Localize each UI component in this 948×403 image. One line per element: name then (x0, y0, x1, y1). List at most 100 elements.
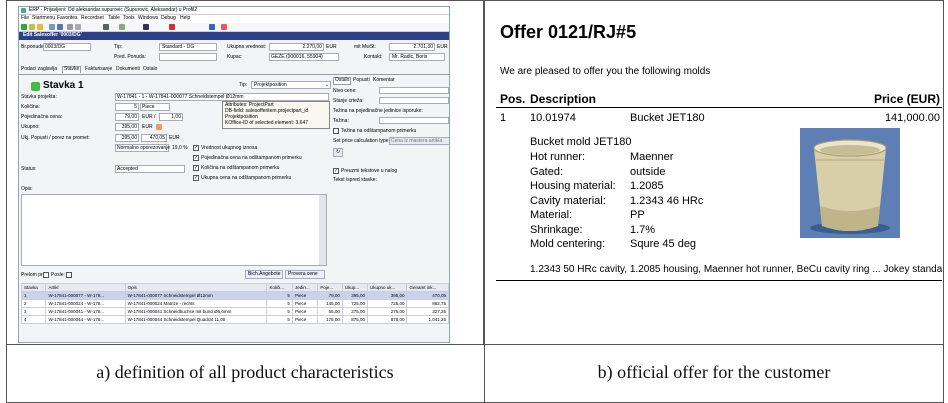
column-header[interactable]: Opis (124, 283, 268, 292)
column-header[interactable]: Genamt ink... (406, 283, 449, 292)
setprice-value: Cena iz mastera artikla (391, 138, 443, 144)
column-header[interactable]: Poje... (317, 283, 343, 292)
stavka-select[interactable]: W-17841 - 1 - W-17841-000077 Schneidstem… (115, 93, 329, 101)
calculator-icon[interactable] (156, 124, 162, 130)
menu-file[interactable]: File (21, 15, 29, 22)
color-icon[interactable] (169, 24, 175, 30)
br-ponude-field[interactable]: 0003/DG (43, 43, 91, 51)
menu-favorites[interactable]: Favorites (57, 15, 78, 22)
menu-table[interactable]: Table (108, 15, 120, 22)
checkbox-vrednost[interactable]: ✓ (193, 145, 199, 151)
kolicina-field[interactable]: 5 (115, 103, 139, 111)
menu-tools[interactable]: Tools (123, 15, 135, 22)
ukupno-field[interactable]: 395,00 (115, 123, 139, 131)
column-header[interactable]: Jedin... (291, 283, 319, 292)
side-tab-komentar[interactable]: Komentar (373, 77, 395, 84)
item-tip-label: Tip: (239, 82, 248, 88)
checkbox-prelom[interactable] (43, 272, 49, 278)
setprice-label: Set price calculation type: (333, 138, 390, 144)
tab-dokumenti[interactable]: Dokumenti (116, 66, 140, 73)
star-icon[interactable] (37, 24, 43, 30)
mit-field[interactable]: 2.701,30 (389, 43, 435, 51)
checkbox-posle[interactable] (66, 272, 72, 278)
menu-debug[interactable]: Debug (161, 15, 176, 22)
nivo-cene-field[interactable] (379, 87, 449, 94)
cena-value: 79,00 (124, 114, 137, 120)
checkbox-pojedinacna[interactable]: ✓ (193, 155, 199, 161)
recalc-button[interactable]: ↻ (333, 148, 343, 157)
edit-icon[interactable] (49, 24, 55, 30)
checkbox-kolicina[interactable]: ✓ (193, 165, 199, 171)
bold-icon[interactable] (143, 24, 149, 30)
setprice-select[interactable]: Cena iz mastera artikla (389, 137, 449, 145)
checkbox-preuzmi[interactable]: ✓ (333, 168, 339, 174)
flag-icon[interactable] (221, 24, 227, 30)
spec-value: outside (630, 165, 666, 178)
menu-startmenu[interactable]: Startmenu (32, 15, 55, 22)
add-item-icon[interactable] (31, 82, 40, 91)
checkbox-ukupna[interactable]: ✓ (193, 175, 199, 181)
provera-cene-button[interactable]: Provera cene (285, 270, 325, 279)
tab-podaci[interactable]: Podaci zaglavlja (21, 66, 57, 73)
table-row[interactable]: 4 W-17841-000044 - W-178... W-17841-000044… (20, 315, 449, 324)
kontakt-field[interactable]: Mr. Radic, Boris (389, 53, 445, 61)
popust-field[interactable]: 395,00 (115, 134, 139, 142)
app-icon (21, 8, 26, 13)
print-icon[interactable] (67, 24, 73, 30)
stavka-value: W-17841 - 1 - W-17841-000077 Schneidstem… (117, 94, 244, 100)
ukupna-field[interactable]: 2.270,00 (269, 43, 324, 51)
spec-value: Maenner (630, 151, 674, 163)
side-tab-ostalo[interactable]: Ostalo (333, 77, 352, 85)
menu-recordset[interactable]: Recordset (81, 15, 104, 22)
pred-field[interactable] (159, 53, 217, 61)
tezina-field[interactable] (379, 117, 449, 124)
bich-angebote-button[interactable]: Bich.Angebote (245, 270, 283, 279)
table-row[interactable]: 2 W-17841-000024 - W-178... W-17841-000024… (20, 299, 449, 308)
status-label: Status: (21, 166, 37, 172)
chart-icon[interactable] (209, 24, 215, 30)
porez-unit: EUR (169, 135, 180, 141)
kontakt-value: Mr. Radic, Boris (392, 54, 428, 60)
column-header[interactable]: Ukupno uk... (366, 283, 408, 292)
menu-bar: File Startmenu Favorites Recordset Table… (19, 15, 449, 23)
status-select[interactable]: Accepted (115, 165, 185, 173)
table-cell: 470,05 (406, 291, 449, 300)
tab-ostalo[interactable]: Ostalo (143, 66, 157, 73)
br-ponude-label: Br.ponude: (21, 44, 46, 50)
table-row[interactable]: 1 W-17841-000077 - W-178... W-17841-000077… (20, 291, 449, 300)
oporez-value: Normalno oporezovanje (117, 145, 171, 151)
tab-stavke[interactable]: Stavke (62, 66, 82, 73)
new-icon[interactable] (21, 24, 27, 30)
ukupno-label: Ukupno: (21, 124, 40, 130)
column-header[interactable]: Ukup... (341, 283, 369, 292)
side-tab-popusti[interactable]: Popusti (353, 77, 370, 84)
menu-help[interactable]: Help (180, 15, 190, 22)
opis-scrollbar[interactable] (319, 195, 326, 265)
check-label: Količina na odštampanom primerku (201, 165, 280, 171)
table-cell: Piece (291, 315, 319, 324)
filter-icon[interactable] (119, 24, 125, 30)
stanje-field[interactable] (379, 97, 449, 104)
save-icon[interactable] (57, 24, 63, 30)
kupac-field[interactable]: GEZE (000016, 55904) (269, 53, 339, 61)
opis-textarea[interactable] (21, 194, 327, 266)
menu-windows[interactable]: Windows (138, 15, 158, 22)
oporez-select[interactable]: Normalno oporezovanje (115, 144, 171, 152)
table-cell: W-17841-000044 - W-178... (45, 315, 126, 324)
item-tip-select[interactable]: Projektposition ⌄ (251, 81, 331, 89)
sort-icon[interactable] (103, 24, 109, 30)
table-row[interactable]: 3 W-17841-000041 - W-178... W-17841-000041… (20, 307, 449, 316)
column-header[interactable]: Artikl (45, 283, 126, 292)
column-header[interactable]: Stavka (20, 283, 47, 292)
tip-select[interactable]: Standard - DG (159, 43, 217, 51)
open-icon[interactable] (29, 24, 35, 30)
porez-field[interactable]: 470,05 (141, 134, 167, 142)
copy-icon[interactable] (75, 24, 81, 30)
checkbox-tezina[interactable] (333, 128, 339, 134)
cena-field[interactable]: 79,00 (115, 113, 139, 121)
unit-select[interactable]: Piece (140, 103, 170, 111)
column-header[interactable]: Količi... (266, 283, 293, 292)
title-bar: ERP - Prijavljeni: Od aleksandar.supurov… (19, 7, 449, 15)
cena-qty-field[interactable]: 1,00 (159, 113, 183, 121)
tab-fakturisanje[interactable]: Fakturisanje (85, 66, 112, 73)
